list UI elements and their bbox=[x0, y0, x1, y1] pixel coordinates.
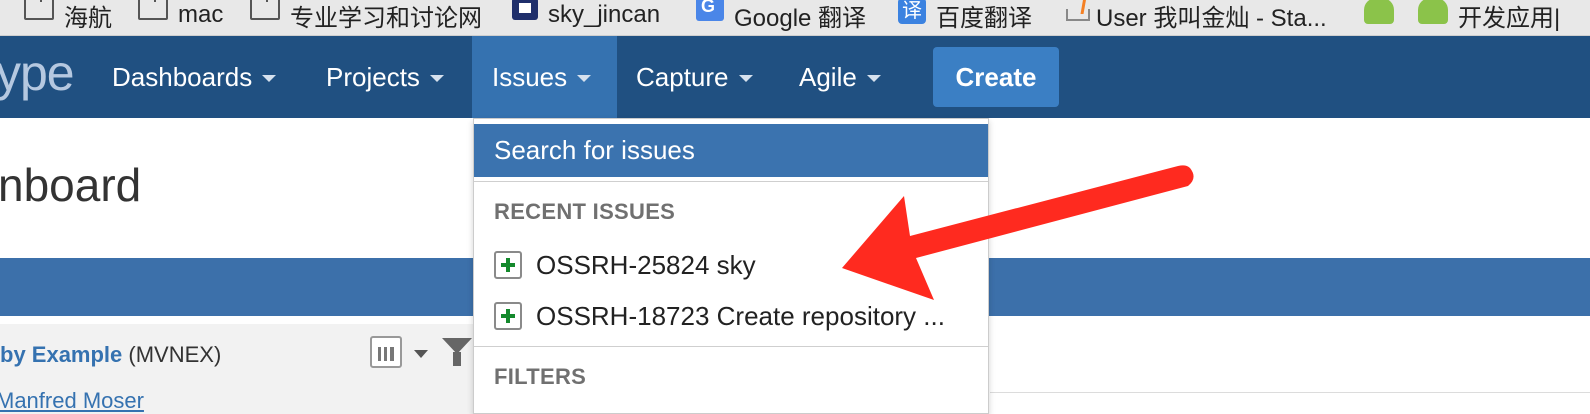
red-arrow-annotation bbox=[842, 165, 1194, 300]
arrow-icon bbox=[842, 165, 1194, 300]
